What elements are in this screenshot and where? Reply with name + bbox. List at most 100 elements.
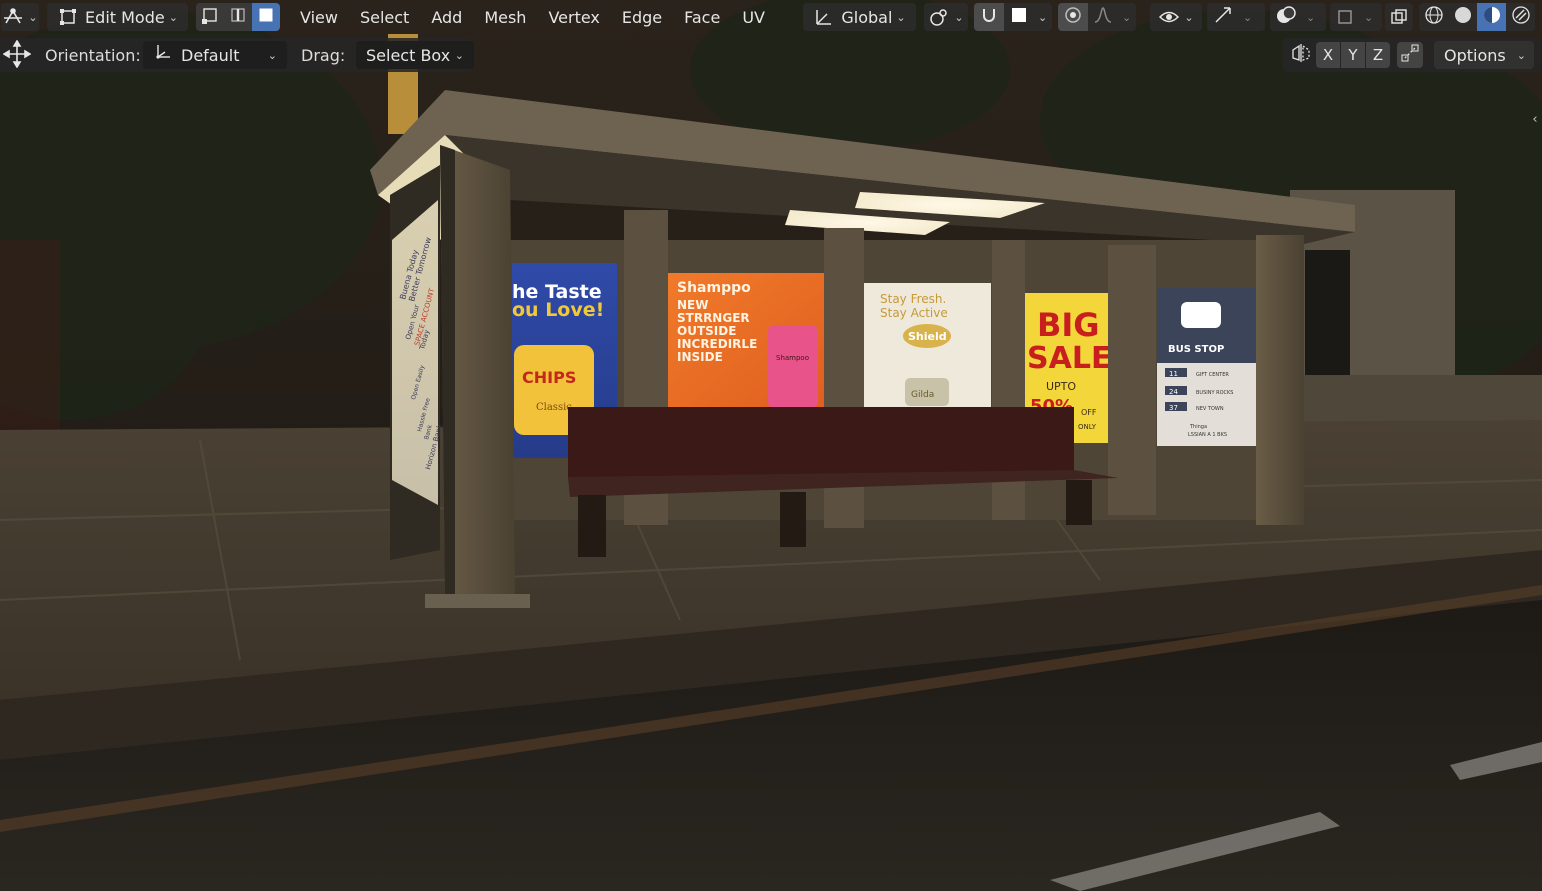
3d-viewport[interactable]: he Taste ou Love! CHIPS Classic Shamppo … — [0, 0, 1542, 891]
face-select-button[interactable] — [252, 3, 280, 31]
shading-mode-group — [1419, 3, 1535, 31]
options-label: Options — [1444, 45, 1506, 65]
transform-orientation-label: Global — [841, 7, 893, 27]
svg-text:BUSINY ROCKS: BUSINY ROCKS — [1196, 390, 1233, 396]
orientation-dropdown[interactable]: Default ⌄ — [143, 41, 287, 69]
chevron-down-icon: ⌄ — [1122, 10, 1132, 24]
chevron-down-icon: ⌄ — [1306, 10, 1316, 24]
editor-type-button[interactable]: ⌄ — [1, 3, 39, 31]
overlay-group: ⌄ — [1270, 3, 1326, 31]
svg-text:Classic: Classic — [536, 402, 572, 413]
svg-text:24: 24 — [1169, 388, 1178, 396]
svg-text:CHIPS: CHIPS — [522, 368, 576, 387]
svg-text:STRRNGER: STRRNGER — [677, 311, 750, 325]
material-preview-shading-button[interactable] — [1477, 3, 1506, 31]
svg-text:OFF: OFF — [1081, 408, 1097, 417]
edge-select-icon — [229, 6, 247, 28]
mode-label: Edit Mode — [85, 7, 165, 27]
chevron-down-icon: ⌄ — [896, 10, 906, 24]
mirror-icon — [1290, 42, 1312, 68]
svg-text:Thinga: Thinga — [1189, 424, 1207, 430]
chevron-down-icon: ⌄ — [954, 10, 964, 24]
wireframe-shading-icon — [1424, 5, 1444, 29]
svg-text:UPTO: UPTO — [1046, 380, 1076, 393]
drag-label: Drag: — [301, 46, 346, 65]
menu-face[interactable]: Face — [673, 3, 731, 31]
menu-add[interactable]: Add — [420, 3, 473, 31]
snap-target-button[interactable] — [1004, 3, 1034, 31]
options-dropdown[interactable]: Options ⌄ — [1434, 41, 1534, 69]
sidebar-toggle[interactable]: ‹ — [1529, 111, 1541, 127]
orientation-icon — [153, 43, 173, 67]
menu-edge[interactable]: Edge — [611, 3, 673, 31]
drag-dropdown[interactable]: Select Box ⌄ — [356, 41, 474, 69]
svg-text:11: 11 — [1169, 370, 1178, 378]
svg-text:Stay Fresh.: Stay Fresh. — [880, 292, 946, 306]
svg-text:GIFT CENTER: GIFT CENTER — [1196, 372, 1229, 378]
falloff-button[interactable] — [1088, 3, 1118, 31]
orientation-value: Default — [181, 45, 240, 65]
pivot-point-dropdown[interactable]: ⌄ — [924, 3, 968, 31]
gizmo-toggle[interactable] — [1207, 3, 1239, 31]
chevron-down-icon: ⌄ — [454, 48, 464, 62]
menu-select[interactable]: Select — [349, 3, 420, 31]
svg-text:LSSIAN A 1 BKS: LSSIAN A 1 BKS — [1188, 432, 1227, 438]
snap-group: ⌄ — [974, 3, 1052, 31]
overlay-toggle[interactable] — [1270, 3, 1302, 31]
gizmo-icon — [1212, 4, 1234, 30]
menu-mesh[interactable]: Mesh — [473, 3, 537, 31]
menu-view[interactable]: View — [289, 3, 349, 31]
chevron-down-icon: ⌄ — [168, 10, 178, 24]
header-menus: View Select Add Mesh Vertex Edge Face UV — [289, 3, 776, 31]
rendered-shading-button[interactable] — [1506, 3, 1535, 31]
svg-text:ONLY: ONLY — [1078, 423, 1097, 431]
overlay-icon — [1275, 4, 1297, 30]
svg-text:OUTSIDE: OUTSIDE — [677, 324, 736, 338]
mirror-axis-y[interactable]: Y — [1341, 42, 1365, 68]
rendered-shading-icon — [1511, 5, 1531, 29]
menu-vertex[interactable]: Vertex — [537, 3, 610, 31]
chevron-down-icon: ⌄ — [28, 10, 38, 24]
transform-orientation-dropdown[interactable]: Global ⌄ — [803, 3, 916, 31]
proportional-group: ⌄ — [1058, 3, 1136, 31]
solid-shading-button[interactable] — [1448, 3, 1477, 31]
svg-text:Stay Active: Stay Active — [880, 306, 948, 320]
snap-toggle[interactable] — [974, 3, 1004, 31]
menu-uv[interactable]: UV — [731, 3, 776, 31]
proportional-editing-icon — [1063, 5, 1083, 29]
chevron-down-icon: ⌄ — [1243, 10, 1253, 24]
svg-text:Shamppo: Shamppo — [677, 280, 751, 296]
vertex-select-button[interactable] — [196, 3, 224, 31]
proportional-editing-toggle[interactable] — [1058, 3, 1088, 31]
solid-shading-icon — [1453, 5, 1473, 29]
edit-mode-icon — [57, 6, 79, 28]
mirror-button[interactable] — [1289, 43, 1313, 67]
orientation-label: Orientation: — [45, 46, 141, 65]
vertex-select-icon — [201, 6, 219, 28]
pivot-point-icon — [928, 6, 950, 28]
chevron-left-icon: ‹ — [1532, 111, 1538, 127]
svg-text:ou Love!: ou Love! — [512, 299, 604, 321]
xray-toggle[interactable] — [1385, 3, 1413, 31]
poster-bus-stop: BUS STOP 11 GIFT CENTER 24 BUSINY ROCKS … — [1157, 288, 1256, 446]
svg-text:Shampoo: Shampoo — [776, 354, 809, 362]
poster-shampoo: Shamppo NEW STRRNGER OUTSIDE INCREDIRLE … — [668, 273, 824, 408]
mesh-edit-overlay-toggle[interactable] — [1330, 3, 1360, 31]
mirror-axis-z[interactable]: Z — [1366, 42, 1390, 68]
poster-fresh: Stay Fresh. Stay Active Shield Gilda — [864, 283, 991, 408]
mesh-edit-overlay-group: ⌄ — [1330, 3, 1382, 31]
move-icon — [2, 39, 32, 72]
svg-text:SALE: SALE — [1027, 341, 1111, 376]
snap-magnet-icon — [979, 5, 999, 29]
svg-text:Gilda: Gilda — [911, 390, 934, 400]
xray-icon — [1388, 6, 1410, 28]
edge-select-button[interactable] — [224, 3, 252, 31]
svg-text:37: 37 — [1169, 404, 1178, 412]
auto-merge-button[interactable] — [1397, 42, 1423, 68]
drag-value: Select Box — [366, 45, 451, 65]
visibility-dropdown[interactable]: ⌄ — [1150, 3, 1202, 31]
wireframe-shading-button[interactable] — [1419, 3, 1448, 31]
mirror-axis-x[interactable]: X — [1316, 42, 1340, 68]
snap-target-icon — [1010, 6, 1028, 28]
mode-dropdown[interactable]: Edit Mode ⌄ — [47, 3, 188, 31]
